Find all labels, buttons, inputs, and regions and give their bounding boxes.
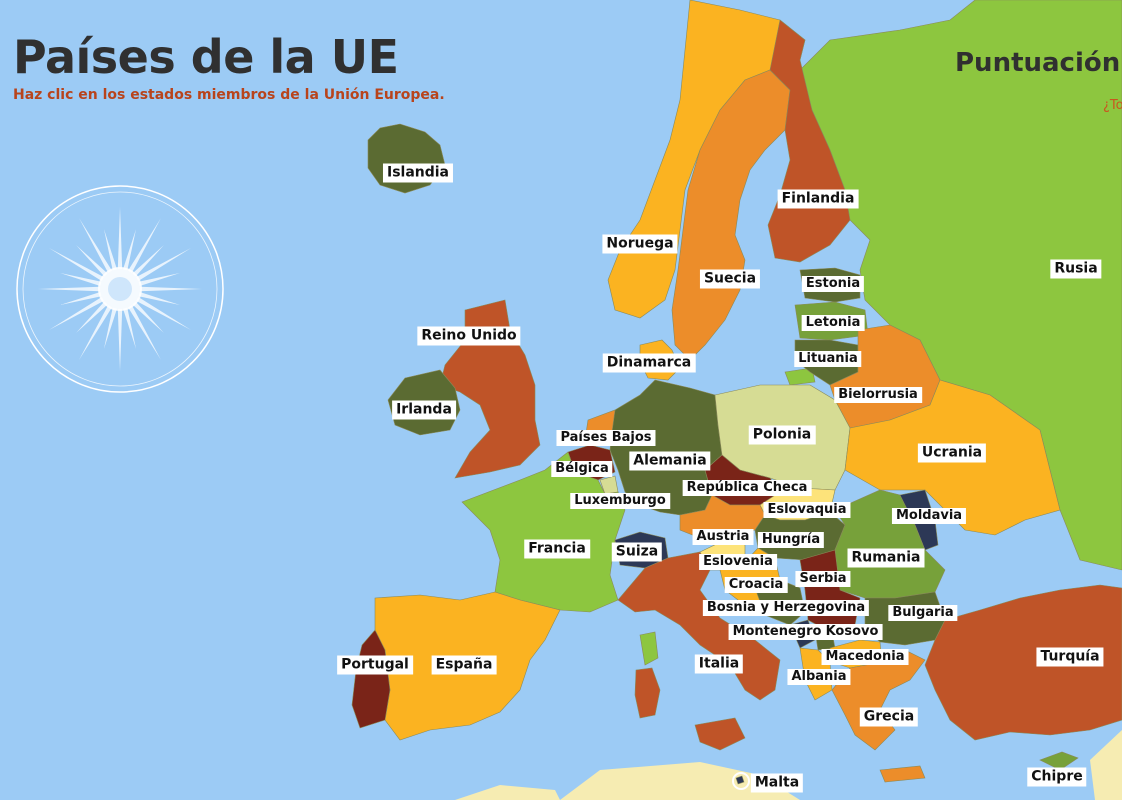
label-italia[interactable]: Italia <box>694 654 744 674</box>
label-belgica[interactable]: Bélgica <box>551 461 613 477</box>
label-islandia[interactable]: Islandia <box>382 163 454 183</box>
label-grecia[interactable]: Grecia <box>859 707 919 727</box>
label-moldavia[interactable]: Moldavia <box>891 508 967 524</box>
label-estonia[interactable]: Estonia <box>801 276 865 292</box>
label-bulgaria[interactable]: Bulgaria <box>888 605 958 621</box>
score-label: Puntuación <box>955 48 1121 78</box>
label-eslovaquia[interactable]: Eslovaquia <box>763 502 851 518</box>
label-turquia[interactable]: Turquía <box>1036 647 1104 667</box>
label-noruega[interactable]: Noruega <box>602 234 678 254</box>
label-rumania[interactable]: Rumania <box>847 548 925 568</box>
label-luxemburgo[interactable]: Luxemburgo <box>570 493 670 509</box>
label-irlanda[interactable]: Irlanda <box>392 400 456 420</box>
label-republica-checa[interactable]: República Checa <box>682 480 812 496</box>
label-albania[interactable]: Albania <box>787 669 851 685</box>
label-austria[interactable]: Austria <box>692 529 754 545</box>
label-malta[interactable]: Malta <box>750 773 804 793</box>
map-stage: Países de la UE Haz clic en los estados … <box>0 0 1122 800</box>
label-montenegro[interactable]: Montenegro <box>728 624 826 640</box>
emblem-ray <box>117 207 123 270</box>
label-suiza[interactable]: Suiza <box>611 542 663 562</box>
sun-star-emblem-icon <box>16 185 224 393</box>
label-dinamarca[interactable]: Dinamarca <box>602 353 696 373</box>
label-rusia[interactable]: Rusia <box>1050 259 1102 279</box>
label-espana[interactable]: España <box>431 655 497 675</box>
label-hungria[interactable]: Hungría <box>757 532 825 548</box>
label-letonia[interactable]: Letonia <box>801 315 865 331</box>
label-serbia[interactable]: Serbia <box>795 571 851 587</box>
label-macedonia[interactable]: Macedonia <box>821 649 909 665</box>
label-lituania[interactable]: Lituania <box>794 351 862 367</box>
label-reino-unido[interactable]: Reino Unido <box>417 326 521 346</box>
label-ucrania[interactable]: Ucrania <box>917 443 987 463</box>
label-polonia[interactable]: Polonia <box>748 425 816 445</box>
label-portugal[interactable]: Portugal <box>337 655 413 675</box>
label-bosnia-y-herzegovina[interactable]: Bosnia y Herzegovina <box>702 600 870 616</box>
hint-text: ¿To <box>1103 98 1122 113</box>
emblem-ray <box>117 308 123 371</box>
emblem-ray <box>38 286 101 292</box>
label-chipre[interactable]: Chipre <box>1027 767 1087 787</box>
label-francia[interactable]: Francia <box>524 539 590 559</box>
label-paises-bajos[interactable]: Países Bajos <box>556 430 656 446</box>
page-title: Países de la UE <box>13 30 399 84</box>
label-suecia[interactable]: Suecia <box>699 269 761 289</box>
label-croacia[interactable]: Croacia <box>724 577 788 593</box>
label-kosovo[interactable]: Kosovo <box>821 624 883 640</box>
circle-marker-icon[interactable] <box>732 772 750 790</box>
label-bielorrusia[interactable]: Bielorrusia <box>834 387 922 403</box>
label-alemania[interactable]: Alemania <box>629 451 711 471</box>
label-eslovenia[interactable]: Eslovenia <box>699 554 777 570</box>
europe-map <box>0 0 1122 800</box>
emblem-ray <box>139 286 202 292</box>
page-subtitle: Haz clic en los estados miembros de la U… <box>13 87 445 103</box>
label-finlandia[interactable]: Finlandia <box>777 189 859 209</box>
